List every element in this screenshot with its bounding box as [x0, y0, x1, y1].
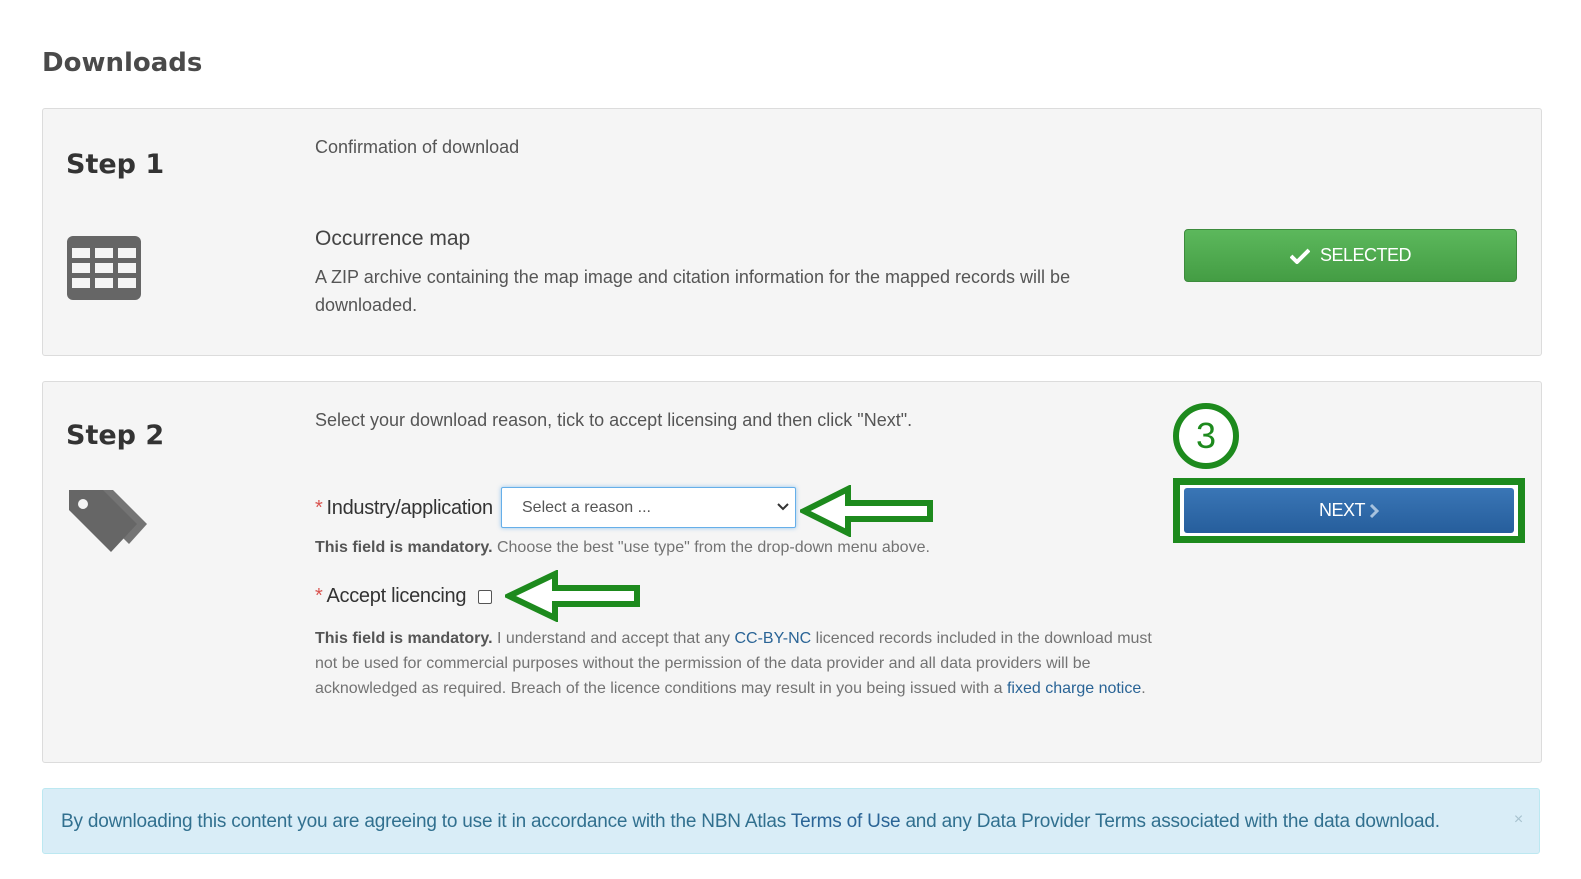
- annotation-arrow-left-icon: [505, 570, 640, 622]
- checkmark-icon: [1289, 248, 1310, 264]
- chevron-right-icon: [1369, 503, 1379, 518]
- step2-label: Step 2: [66, 420, 165, 451]
- annotation-arrow-left-icon: [800, 485, 933, 537]
- reason-select-value: Select a reason ...: [522, 498, 651, 516]
- page-title: Downloads: [42, 48, 203, 78]
- reason-field-label: * Industry/application: [315, 497, 493, 520]
- tags-icon: [69, 490, 147, 552]
- next-button[interactable]: NEXT: [1184, 488, 1514, 533]
- licence-help-text: This field is mandatory. I understand an…: [315, 626, 1155, 701]
- step1-heading: Confirmation of download: [315, 137, 520, 157]
- close-icon[interactable]: ×: [1514, 811, 1523, 829]
- next-button-label: NEXT: [1318, 500, 1366, 520]
- terms-alert-text: By downloading this content you are agre…: [61, 811, 1440, 833]
- reason-select[interactable]: Select a reason ...: [501, 487, 796, 528]
- licence-mandatory-note: This field is mandatory.: [315, 630, 493, 647]
- required-marker: *: [315, 585, 323, 607]
- step2-panel: Step 2 Select your download reason, tick…: [42, 381, 1542, 763]
- accept-licence-checkbox[interactable]: [478, 590, 492, 604]
- fixed-charge-notice-link[interactable]: fixed charge notice: [1007, 680, 1141, 697]
- annotation-step-number: 3: [1173, 403, 1239, 469]
- reason-help-text: This field is mandatory. Choose the best…: [315, 535, 930, 560]
- terms-alert-part-2: and any Data Provider Terms associated w…: [900, 811, 1440, 832]
- terms-of-use-link[interactable]: Terms of Use: [791, 811, 901, 832]
- terms-alert: By downloading this content you are agre…: [42, 788, 1540, 854]
- licence-help-part-3: .: [1141, 680, 1146, 697]
- licence-help-part-1: I understand and accept that any: [492, 630, 735, 647]
- reason-mandatory-note: This field is mandatory.: [315, 539, 493, 556]
- occurrence-map-title: Occurrence map: [315, 227, 471, 250]
- required-marker: *: [315, 497, 323, 519]
- licence-field-label: * Accept licencing: [315, 585, 467, 608]
- reason-help-body: Choose the best "use type" from the drop…: [492, 539, 930, 556]
- cc-by-nc-link[interactable]: CC-BY-NC: [734, 630, 811, 647]
- step1-panel: Step 1 Confirmation of download Occurren…: [42, 108, 1542, 356]
- terms-alert-part-1: By downloading this content you are agre…: [61, 811, 791, 832]
- next-button-highlight: NEXT: [1173, 478, 1525, 543]
- selected-button-label: SELECTED: [1319, 245, 1412, 265]
- table-icon: [67, 236, 141, 300]
- reason-label-text: Industry/application: [326, 497, 493, 519]
- chevron-down-icon: [777, 503, 789, 511]
- step2-instruction: Select your download reason, tick to acc…: [315, 410, 913, 430]
- step1-label: Step 1: [66, 149, 165, 180]
- licence-label-text: Accept licencing: [326, 585, 467, 607]
- occurrence-map-description: A ZIP archive containing the map image a…: [315, 267, 1071, 315]
- selected-button[interactable]: SELECTED: [1184, 229, 1517, 282]
